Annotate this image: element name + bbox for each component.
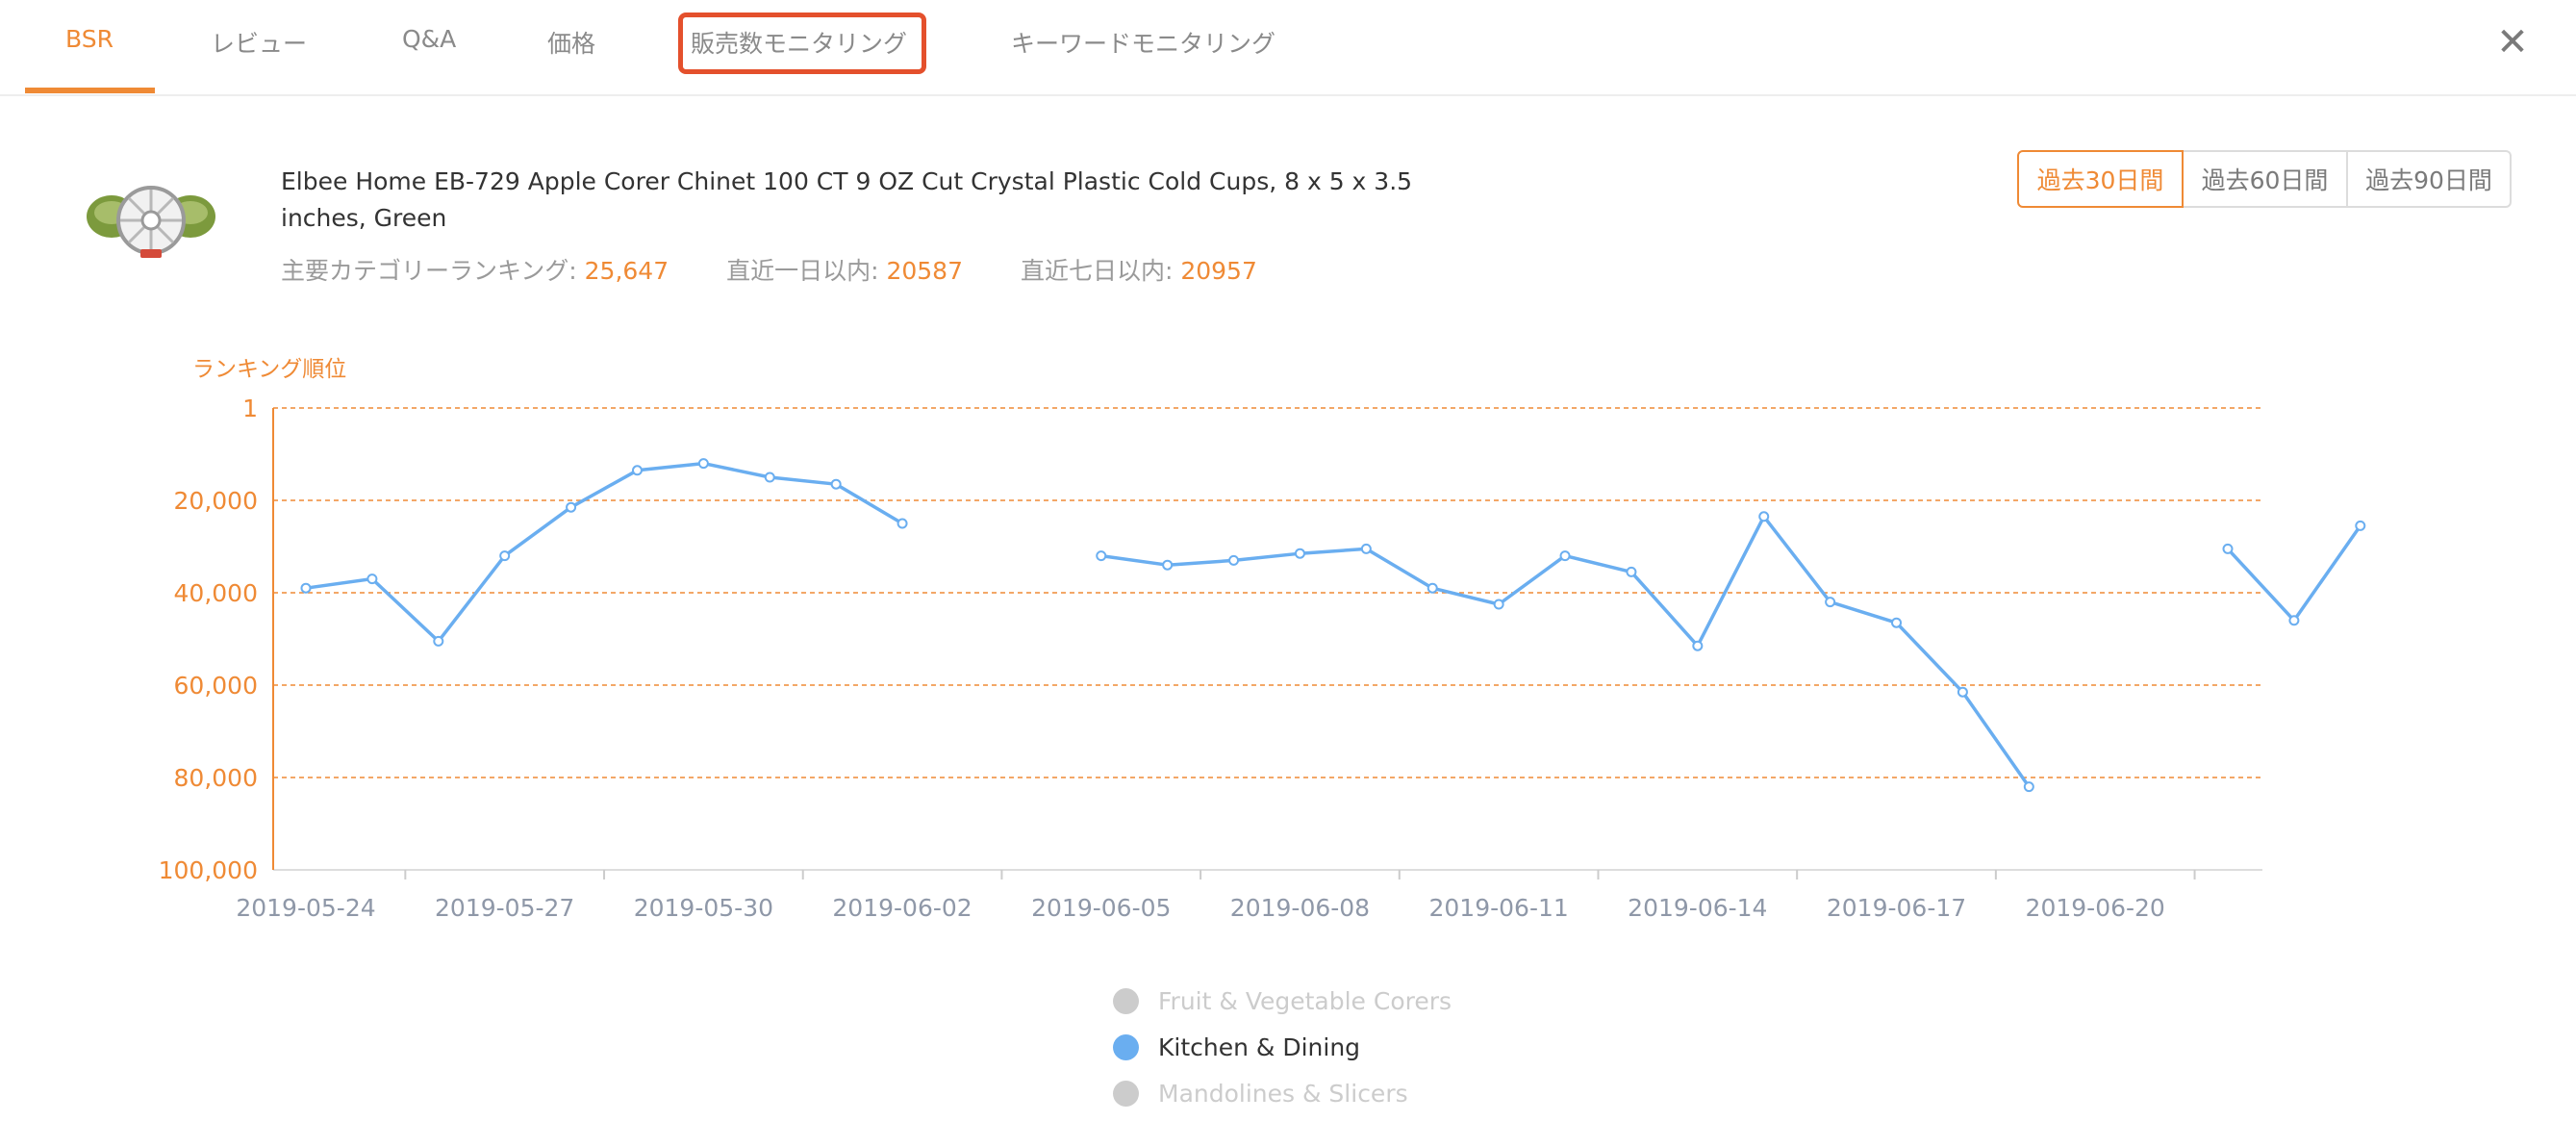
data-point	[697, 458, 709, 470]
series-line	[305, 461, 903, 644]
last-week-value: 20957	[1180, 257, 1257, 285]
ranking-stats: 主要カテゴリーランキング: 25,647 直近一日以内: 20587 直近七日以…	[281, 252, 1307, 287]
data-point	[433, 635, 444, 647]
legend-dot-icon	[1113, 987, 1139, 1014]
data-point	[1427, 582, 1438, 594]
product-image	[85, 176, 217, 268]
tab-qa[interactable]: Q&A	[402, 25, 456, 53]
data-point	[1493, 599, 1504, 610]
series-line	[2226, 524, 2362, 623]
legend-item-fruit-vegetable-corers[interactable]: Fruit & Vegetable Corers	[1113, 978, 1452, 1024]
data-point	[499, 550, 511, 562]
x-tick-label: 2019-06-11	[1428, 894, 1568, 922]
y-tick-label: 20,000	[174, 487, 258, 515]
data-point	[366, 574, 378, 585]
tab-bsr[interactable]: BSR	[65, 25, 114, 53]
legend-item-kitchen-dining[interactable]: Kitchen & Dining	[1113, 1024, 1452, 1070]
data-point	[1162, 559, 1174, 571]
legend-dot-icon	[1113, 1033, 1139, 1060]
data-point	[566, 501, 577, 513]
x-tick-label: 2019-05-24	[236, 894, 375, 922]
data-point	[1626, 566, 1637, 577]
data-point	[300, 582, 312, 594]
data-point	[1957, 686, 1968, 698]
last-day-value: 20587	[886, 257, 963, 285]
data-point	[830, 478, 842, 490]
y-tick-label: 40,000	[174, 579, 258, 607]
y-axis-title: ランキング順位	[192, 357, 346, 382]
bsr-line-chart: ランキング順位 1 20,000 40,000 60,000 80,000 100,000 2…	[159, 357, 2366, 922]
y-tick-label: 100,000	[159, 856, 258, 884]
data-point	[2355, 520, 2366, 531]
x-tick-label: 2019-05-30	[634, 894, 773, 922]
range-90-days-button[interactable]: 過去90日間	[2348, 150, 2512, 208]
data-point	[1228, 554, 1240, 566]
close-icon[interactable]: ✕	[2493, 23, 2532, 62]
chart-legend: Fruit & Vegetable Corers Kitchen & Dinin…	[1113, 978, 1452, 1116]
date-range-selector: 過去30日間 過去60日間 過去90日間	[2017, 150, 2512, 208]
data-point	[1692, 640, 1704, 651]
x-tick-label: 2019-06-17	[1827, 894, 1966, 922]
x-tick-label: 2019-06-14	[1628, 894, 1767, 922]
tab-bar: BSR レビュー Q&A 価格 販売数モニタリング キーワードモニタリング	[0, 0, 2576, 96]
legend-item-mandolines-slicers[interactable]: Mandolines & Slicers	[1113, 1070, 1452, 1116]
active-tab-indicator	[25, 88, 155, 93]
main-rank-label: 主要カテゴリーランキング:	[281, 257, 577, 285]
x-tick-label: 2019-06-05	[1031, 894, 1171, 922]
data-point	[1891, 617, 1903, 628]
y-tick-label: 80,000	[174, 764, 258, 792]
y-tick-label: 60,000	[174, 672, 258, 700]
x-tick-label: 2019-05-27	[435, 894, 574, 922]
x-tick-label: 2019-06-08	[1230, 894, 1370, 922]
tab-price[interactable]: 価格	[547, 25, 595, 60]
tab-keyword-monitoring[interactable]: キーワードモニタリング	[1011, 25, 1275, 60]
product-title: Elbee Home EB-729 Apple Corer Chinet 100…	[281, 167, 1413, 232]
x-tick-label: 2019-06-02	[832, 894, 972, 922]
range-30-days-button[interactable]: 過去30日間	[2017, 150, 2184, 208]
data-point	[1360, 543, 1372, 554]
last-week-label: 直近七日以内:	[1020, 257, 1174, 285]
data-point	[1096, 550, 1107, 562]
main-rank-value: 25,647	[584, 257, 669, 285]
data-point	[1294, 548, 1305, 559]
tab-reviews[interactable]: レビュー	[211, 25, 307, 60]
data-point	[2023, 781, 2034, 793]
data-point	[897, 518, 908, 529]
data-point	[764, 472, 775, 483]
data-point	[2222, 543, 2234, 554]
x-tick-label: 2019-06-20	[2026, 894, 2165, 922]
data-point	[631, 465, 643, 476]
data-point	[1825, 597, 1836, 608]
legend-label: Fruit & Vegetable Corers	[1158, 986, 1452, 1015]
data-point	[1559, 550, 1571, 562]
legend-dot-icon	[1113, 1080, 1139, 1107]
data-point	[2288, 615, 2300, 626]
legend-label: Kitchen & Dining	[1158, 1032, 1361, 1061]
last-day-label: 直近一日以内:	[726, 257, 879, 285]
data-point	[1758, 511, 1770, 523]
y-tick-label: 1	[242, 395, 258, 422]
tab-sales-monitoring[interactable]: 販売数モニタリング	[691, 25, 907, 60]
legend-label: Mandolines & Slicers	[1158, 1079, 1408, 1108]
range-60-days-button[interactable]: 過去60日間	[2184, 150, 2348, 208]
